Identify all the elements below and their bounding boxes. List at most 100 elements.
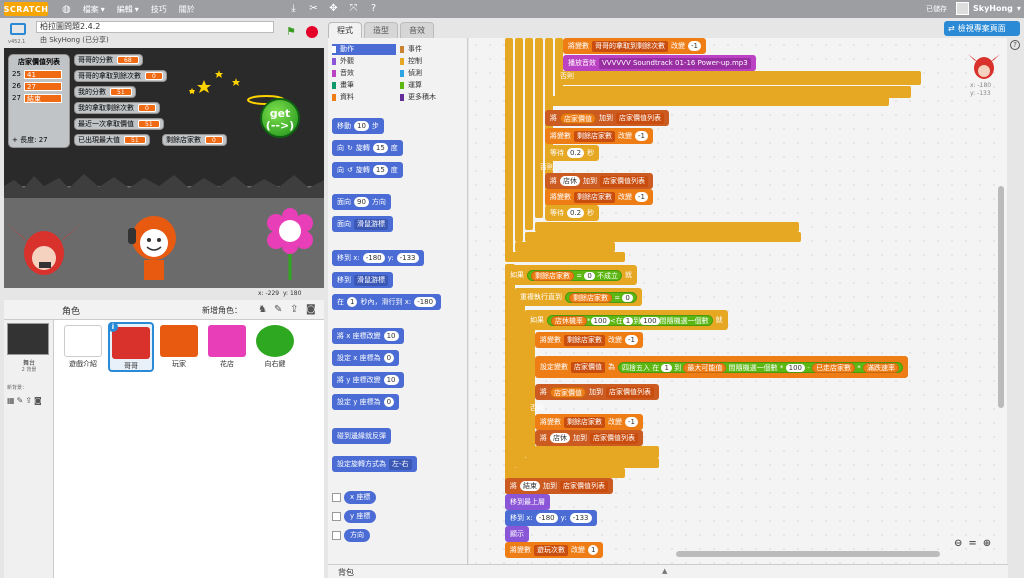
block-input[interactable]: -1 (635, 192, 648, 202)
block-input[interactable]: -180 (362, 253, 385, 263)
variable-dropdown[interactable]: 店家價值 (571, 361, 605, 373)
upload-sprite-icon[interactable]: ⇪ (290, 304, 302, 315)
block-input[interactable]: 100 (785, 363, 805, 372)
variable-dropdown[interactable]: 剩餘店家數 (574, 130, 615, 142)
list-dropdown[interactable]: 店家價值列表 (616, 112, 664, 124)
green-flag-icon[interactable]: ⚑ (286, 26, 298, 38)
category-sensing[interactable]: 偵測 (400, 68, 464, 79)
tab-costumes[interactable]: 造型 (364, 22, 398, 38)
sprite-tile[interactable]: 向右鍵 (252, 322, 298, 372)
block-input[interactable]: 10 (354, 121, 369, 131)
stop-button[interactable] (306, 26, 318, 38)
category-pen[interactable]: 畫筆 (332, 80, 396, 91)
block-input[interactable]: 結束 (520, 481, 540, 491)
block-add-to-list[interactable]: 將結束 加到 店家價值列表 (505, 478, 613, 494)
reporter-y-position[interactable]: y 座標 (344, 510, 377, 523)
paint-backdrop-icon[interactable]: ✎ (17, 396, 24, 405)
vertical-scrollbar[interactable] (998, 186, 1004, 408)
category-events[interactable]: 事件 (400, 44, 464, 55)
project-title-input[interactable]: 柏拉圖問題2.4.2 (36, 21, 274, 33)
block-wait[interactable]: 等待 0.2 秒 (545, 205, 600, 221)
block-input[interactable]: -180 (414, 297, 437, 307)
block-set-variable[interactable]: 設定變數 店家價值為四捨五入 在 1 到 最大可能值 間隨機選一個數 * 100 … (535, 356, 908, 378)
block-input[interactable]: 0 (383, 397, 395, 407)
block-input[interactable]: 100 (590, 316, 610, 325)
variable-dropdown[interactable]: 剩餘店家數 (564, 416, 605, 428)
checkbox-x-position[interactable] (332, 493, 341, 502)
block-input[interactable]: 1 (347, 297, 358, 307)
horizontal-scrollbar[interactable] (676, 551, 940, 557)
block-input[interactable]: 店休 (560, 176, 580, 186)
block-input[interactable]: 0.2 (567, 208, 585, 218)
block-input[interactable]: 店休 (550, 433, 570, 443)
block-input[interactable]: -1 (625, 335, 638, 345)
variable-reporter[interactable]: 店家價值 (560, 112, 596, 124)
block-move-steps[interactable]: 移動 10 步 (332, 118, 384, 134)
variable-watcher[interactable]: 哥哥的拿取到餘次數 0 (74, 70, 167, 82)
presentation-mode-icon[interactable] (10, 23, 26, 35)
block-go-to-front[interactable]: 移到最上層 (505, 494, 550, 510)
block-input[interactable]: 1 (622, 316, 634, 325)
zoom-reset-icon[interactable]: = (968, 538, 976, 549)
block-turn-right[interactable]: 向 ↻ 旋轉 15 度 (332, 140, 403, 156)
list-dropdown[interactable]: 店家價值列表 (590, 432, 638, 444)
block-dropdown[interactable]: 滑鼠游標 (354, 218, 388, 230)
block-goto-xy[interactable]: 移到 x: -180 y: -133 (332, 250, 424, 266)
category-control[interactable]: 控制 (400, 56, 464, 67)
block-input[interactable]: 0.2 (567, 148, 585, 158)
block-input[interactable]: 10 (383, 331, 399, 341)
category-motion[interactable]: 動作 (332, 44, 396, 55)
help-icon[interactable]: ? (1010, 40, 1020, 50)
block-turn-left[interactable]: 向 ↺ 旋轉 15 度 (332, 162, 403, 178)
variable-reporter[interactable]: 最大可能值 (683, 362, 727, 373)
variable-watcher[interactable]: 哥哥的分數 68 (74, 54, 143, 66)
variable-watcher[interactable]: 我的分數 51 (74, 86, 136, 98)
category-more-blocks[interactable]: 更多積木 (400, 92, 464, 103)
block-play-sound[interactable]: 播放音效 VVVVVV Soundtrack 01-16 Power-up.mp3 (563, 55, 756, 71)
upload-backdrop-icon[interactable]: ⇪ (25, 396, 32, 405)
choose-sprite-icon[interactable]: ♞ (258, 304, 270, 315)
block-input[interactable]: 15 (372, 165, 388, 175)
variable-dropdown[interactable]: 剩餘店家數 (564, 334, 605, 346)
block-dropdown[interactable]: 左-右 (389, 458, 412, 470)
scripts-area[interactable]: 將變數 哥哥的拿取到剩餘次數 改變 -1 播放音效 VVVVVV Soundtrack … (469, 38, 1007, 564)
block-input[interactable]: 10 (383, 375, 399, 385)
list-value[interactable]: 41 (24, 69, 62, 79)
grow-icon[interactable]: ✥ (328, 3, 339, 14)
block-input[interactable]: 15 (372, 143, 388, 153)
block-add-to-list[interactable]: 將店家價值 加到 店家價值列表 (545, 110, 669, 126)
block-change-variable[interactable]: 將變數 剩餘店家數 改變 -1 (545, 189, 653, 205)
list-dropdown[interactable]: 店家價值列表 (600, 175, 648, 187)
checkbox-y-position[interactable] (332, 512, 341, 521)
block-input[interactable]: -133 (396, 253, 419, 263)
block-input[interactable]: 0 (584, 271, 595, 280)
block-change-variable[interactable]: 將變數 剩餘店家數 改變 -1 (535, 332, 643, 348)
backpack[interactable]: 背包 ▲ (328, 564, 1008, 578)
help-block-icon[interactable]: ? (368, 3, 379, 14)
block-goto-xy[interactable]: 移到 x: -180 y: -133 (505, 510, 597, 526)
choose-backdrop-icon[interactable]: ▦ (7, 396, 15, 405)
sprite-tile-selected[interactable]: i 哥哥 (108, 322, 154, 372)
sprite-tile[interactable]: 玩家 (156, 322, 202, 372)
variable-watcher[interactable]: 最近一次拿取價值 51 (74, 118, 164, 130)
see-project-page-button[interactable]: ⇄ 檢視專案頁面 (944, 21, 1020, 36)
delete-icon[interactable]: ✂ (308, 3, 319, 14)
sound-dropdown[interactable]: VVVVVV Soundtrack 01-16 Power-up.mp3 (599, 57, 751, 69)
menu-tips[interactable]: 技巧 (151, 4, 167, 15)
variable-dropdown[interactable]: 遊玩次數 (534, 544, 568, 556)
block-rotation-style[interactable]: 設定旋轉方式為 左-右 (332, 456, 417, 472)
variable-reporter[interactable]: 剩餘店家數 (569, 292, 612, 303)
variable-reporter[interactable]: 店家價值 (550, 386, 586, 398)
list-dropdown[interactable]: 店家價值列表 (560, 480, 608, 492)
get-button-sprite[interactable]: get (-->) (260, 98, 300, 138)
block-input[interactable]: 1 (588, 545, 599, 555)
stage-selector[interactable]: 舞台 2 背景 新背景： ▦ ✎ ⇪ ◙ (4, 320, 54, 578)
block-input[interactable]: -1 (625, 417, 638, 427)
category-operators[interactable]: 運算 (400, 80, 464, 91)
camera-icon[interactable]: ◙ (34, 396, 42, 405)
block-input[interactable]: 90 (354, 197, 369, 207)
block-input[interactable]: -133 (569, 513, 592, 523)
sprite-tile[interactable]: 花店 (204, 322, 250, 372)
block-change-y[interactable]: 將 y 座標改變 10 (332, 372, 404, 388)
add-item-icon[interactable]: + (12, 136, 18, 144)
